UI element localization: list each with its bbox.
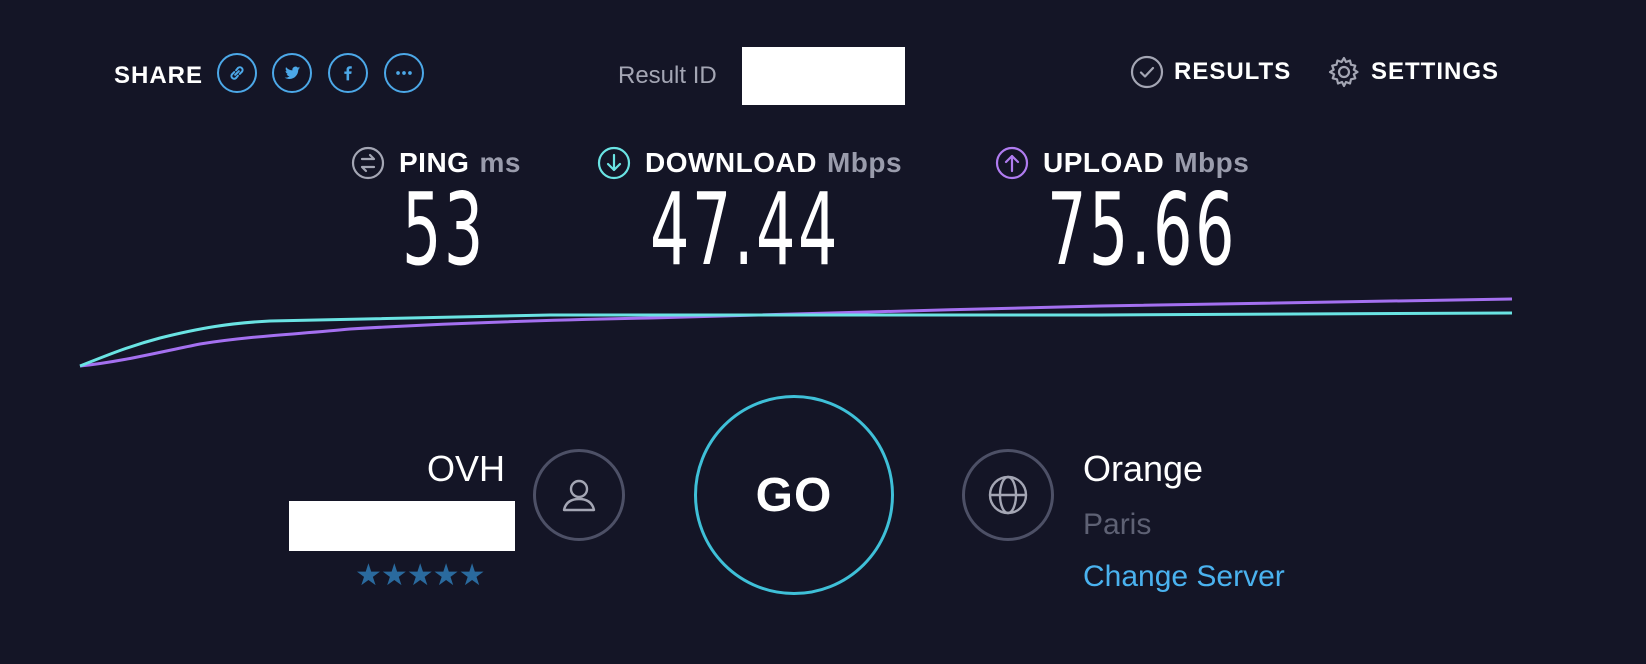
upload-arrow-icon [995, 146, 1029, 180]
download-speed-line [79, 311, 1513, 368]
gear-icon [1328, 56, 1359, 88]
download-value: 47.44 [650, 171, 840, 288]
download-arrow-icon [597, 146, 631, 180]
upload-value: 75.66 [1047, 171, 1237, 288]
user-avatar-button[interactable] [533, 449, 625, 541]
results-link[interactable]: RESULTS [1130, 55, 1291, 89]
user-icon [562, 479, 596, 512]
results-label: RESULTS [1174, 58, 1292, 85]
more-icon[interactable] [384, 53, 424, 93]
settings-link[interactable]: SETTINGS [1327, 55, 1499, 89]
isp-name: OVH [426, 448, 505, 489]
result-id-redacted [742, 47, 905, 105]
link-icon[interactable] [217, 53, 257, 93]
server-location: Paris [1083, 508, 1152, 541]
ping-value: 53 [402, 171, 486, 288]
go-button[interactable]: GO [694, 395, 894, 595]
share-label: SHARE [114, 62, 204, 89]
check-circle-icon [1130, 55, 1164, 89]
facebook-icon[interactable] [328, 53, 368, 93]
isp-ip-redacted [289, 501, 515, 551]
upload-speed-line [79, 297, 1513, 368]
ping-icon [351, 146, 385, 180]
settings-label: SETTINGS [1371, 58, 1500, 85]
speed-graph [79, 297, 1513, 368]
twitter-icon[interactable] [272, 53, 312, 93]
change-server-link[interactable]: Change Server [1083, 560, 1285, 594]
globe-icon [988, 475, 1028, 515]
isp-rating-stars[interactable]: ★★★★★ [355, 558, 485, 593]
server-name: Orange [1083, 448, 1204, 489]
result-id-label: Result ID [618, 62, 717, 89]
server-globe-button[interactable] [962, 449, 1054, 541]
